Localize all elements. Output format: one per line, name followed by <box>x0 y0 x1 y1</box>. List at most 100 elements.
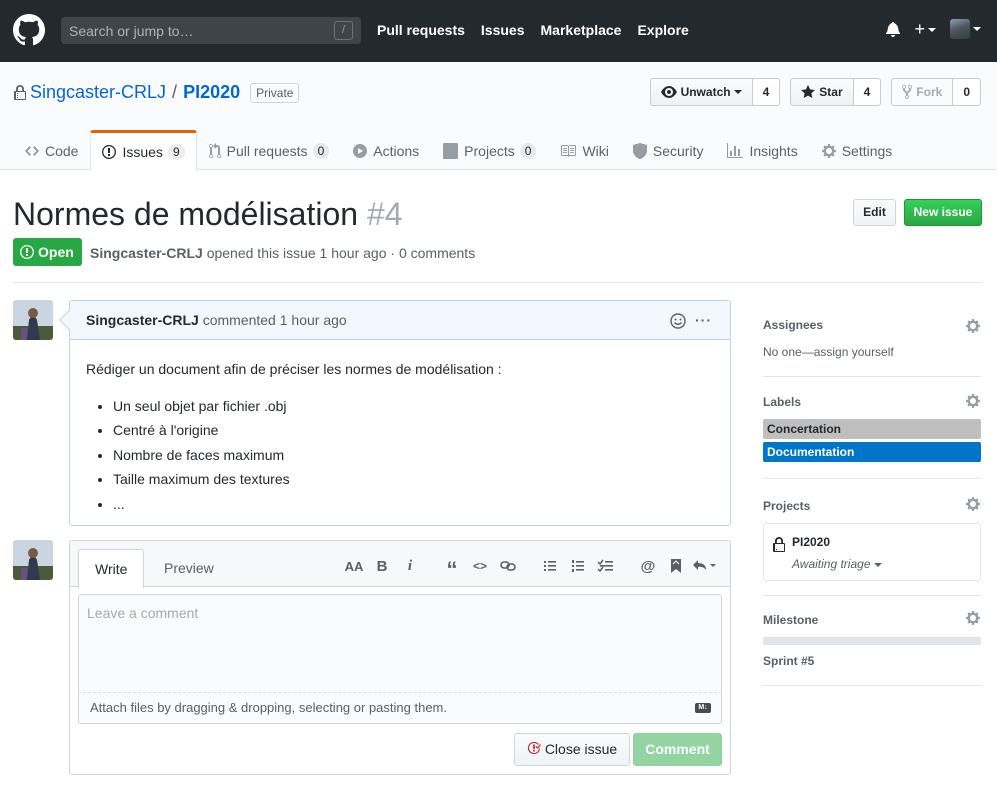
repo-title: Singcaster-CRLJ / PI2020 Private <box>13 82 300 103</box>
gear-icon[interactable] <box>965 496 981 512</box>
star-icon <box>801 85 816 98</box>
tab-wiki-label: Wiki <box>582 142 609 159</box>
comment-author-avatar[interactable] <box>13 300 53 340</box>
create-new-dropdown[interactable]: + <box>914 19 936 39</box>
repo-name-link[interactable]: PI2020 <box>183 82 240 103</box>
list-item: Taille maximum des textures <box>113 467 714 492</box>
attach-files-bar[interactable]: Attach files by dragging & dropping, sel… <box>78 693 722 724</box>
labels-heading[interactable]: Labels <box>763 395 981 409</box>
issue-meta: Singcaster-CRLJ opened this issue 1 hour… <box>90 245 475 261</box>
nav-issues[interactable]: Issues <box>481 22 525 38</box>
markdown-icon[interactable]: M↓ <box>695 703 711 713</box>
attach-files-text: Attach files by dragging & dropping, sel… <box>90 700 447 715</box>
github-logo-icon[interactable] <box>13 14 45 46</box>
comment-list: Un seul objet par fichier .obj Centré à … <box>86 394 714 517</box>
new-issue-button[interactable]: New issue <box>904 199 982 226</box>
bold-icon[interactable]: B <box>368 558 396 575</box>
italic-icon[interactable]: i <box>396 558 424 575</box>
tab-actions[interactable]: Actions <box>341 130 431 170</box>
ordered-list-icon[interactable] <box>564 559 592 573</box>
user-menu[interactable] <box>950 19 981 39</box>
current-user-avatar[interactable] <box>13 540 53 580</box>
code-icon[interactable]: <> <box>466 559 494 573</box>
projects-heading[interactable]: Projects <box>763 499 981 513</box>
list-item: ... <box>113 492 714 517</box>
header-actions: + <box>886 19 981 39</box>
issue-author-link[interactable]: Singcaster-CRLJ <box>90 245 203 261</box>
comment-textarea[interactable] <box>79 595 721 692</box>
label-documentation[interactable]: Documentation <box>763 442 981 462</box>
tab-issues[interactable]: Issues 9 <box>90 130 197 171</box>
unwatch-button[interactable]: Unwatch <box>649 78 753 106</box>
nav-pull-requests[interactable]: Pull requests <box>377 22 465 38</box>
unordered-list-icon[interactable] <box>536 559 564 573</box>
gear-icon <box>821 143 836 158</box>
edit-title-button[interactable]: Edit <box>853 199 896 226</box>
comment-textarea-wrap <box>78 594 722 693</box>
quote-icon[interactable]: “ <box>438 555 466 581</box>
comment-author-link[interactable]: Singcaster-CRLJ <box>86 312 199 328</box>
project-status: Awaiting triage <box>792 557 871 571</box>
bell-icon[interactable] <box>886 21 901 37</box>
projects-counter: 0 <box>519 142 537 159</box>
fork-count[interactable]: 0 <box>953 78 981 106</box>
fork-icon <box>902 84 913 100</box>
assign-yourself-link[interactable]: No one—assign yourself <box>763 345 981 359</box>
bookmark-icon[interactable] <box>662 558 690 574</box>
tab-settings-label: Settings <box>841 142 893 159</box>
issue-closed-icon <box>527 741 541 755</box>
heading-icon[interactable]: AA <box>340 559 368 574</box>
sidebar-projects: Projects PI2020 Awaiting triage <box>763 479 981 596</box>
star-label: Star <box>819 85 843 99</box>
task-list-icon[interactable] <box>592 559 620 573</box>
list-item: Nombre de faces maximum <box>113 443 714 468</box>
private-badge: Private <box>250 82 300 103</box>
tab-wiki[interactable]: Wiki <box>548 130 620 170</box>
tab-code[interactable]: Code <box>13 130 90 170</box>
watch-count[interactable]: 4 <box>752 78 781 106</box>
kebab-menu-icon[interactable]: ··· <box>695 301 712 339</box>
star-button[interactable]: Star <box>790 78 854 106</box>
fork-button[interactable]: Fork <box>891 78 954 106</box>
divider <box>13 282 981 283</box>
mention-icon[interactable]: @ <box>634 558 662 575</box>
chevron-down-icon <box>733 90 742 94</box>
sidebar-labels: Labels Concertation Documentation <box>763 377 981 479</box>
repo-owner-link[interactable]: Singcaster-CRLJ <box>30 82 166 103</box>
lock-icon <box>14 84 26 100</box>
label-concertation[interactable]: Concertation <box>763 419 981 439</box>
tab-pull-requests[interactable]: Pull requests 0 <box>197 130 342 170</box>
nav-marketplace[interactable]: Marketplace <box>541 22 622 38</box>
close-issue-button[interactable]: Close issue <box>514 733 630 766</box>
gear-icon[interactable] <box>965 393 981 409</box>
avatar-image <box>13 540 53 580</box>
smiley-icon[interactable] <box>670 313 686 329</box>
comment-submit-button[interactable]: Comment <box>633 733 722 766</box>
star-count[interactable]: 4 <box>853 78 882 106</box>
tab-write[interactable]: Write <box>78 549 145 588</box>
project-card[interactable]: PI2020 Awaiting triage <box>763 523 981 581</box>
tab-insights[interactable]: Insights <box>715 130 809 170</box>
unwatch-label: Unwatch <box>680 85 731 99</box>
tab-security-label: Security <box>652 142 704 159</box>
plus-icon: + <box>914 19 925 39</box>
sidebar-milestone: Milestone Sprint #5 <box>763 596 981 686</box>
tab-preview[interactable]: Preview <box>148 549 230 587</box>
code-icon <box>25 145 39 156</box>
milestone-link[interactable]: Sprint #5 <box>763 654 981 668</box>
nav-explore[interactable]: Explore <box>637 22 688 38</box>
reply-icon[interactable] <box>690 558 718 574</box>
link-icon[interactable] <box>494 559 522 573</box>
gear-icon[interactable] <box>965 318 981 334</box>
tab-security[interactable]: Security <box>621 130 716 170</box>
project-name[interactable]: PI2020 <box>792 535 830 549</box>
project-column-select[interactable]: Awaiting triage <box>792 557 882 571</box>
tab-projects[interactable]: Projects 0 <box>431 130 548 170</box>
issue-opened-icon <box>102 145 117 159</box>
search-input[interactable] <box>61 17 361 44</box>
assignees-heading[interactable]: Assignees <box>763 318 981 332</box>
tab-settings[interactable]: Settings <box>810 130 905 170</box>
gear-icon[interactable] <box>965 610 981 626</box>
comment-timestamp[interactable]: commented 1 hour ago <box>203 312 347 328</box>
milestone-heading[interactable]: Milestone <box>763 613 981 627</box>
